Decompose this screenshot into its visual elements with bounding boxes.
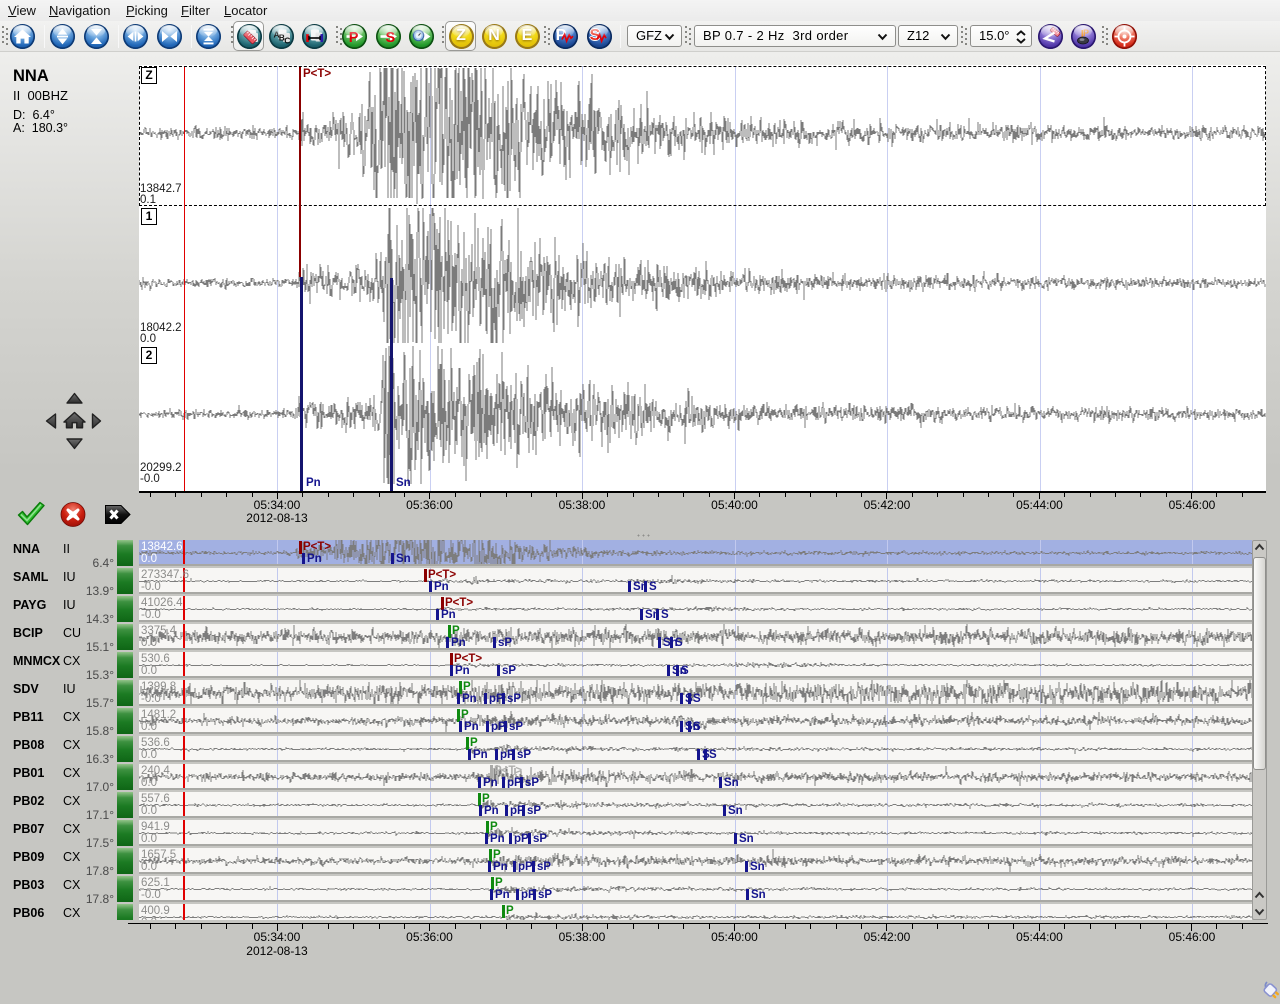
svg-text:P: P: [1083, 28, 1089, 38]
svg-text:S: S: [385, 30, 395, 46]
svg-text:C: C: [284, 36, 290, 46]
svg-text:P: P: [348, 30, 358, 46]
